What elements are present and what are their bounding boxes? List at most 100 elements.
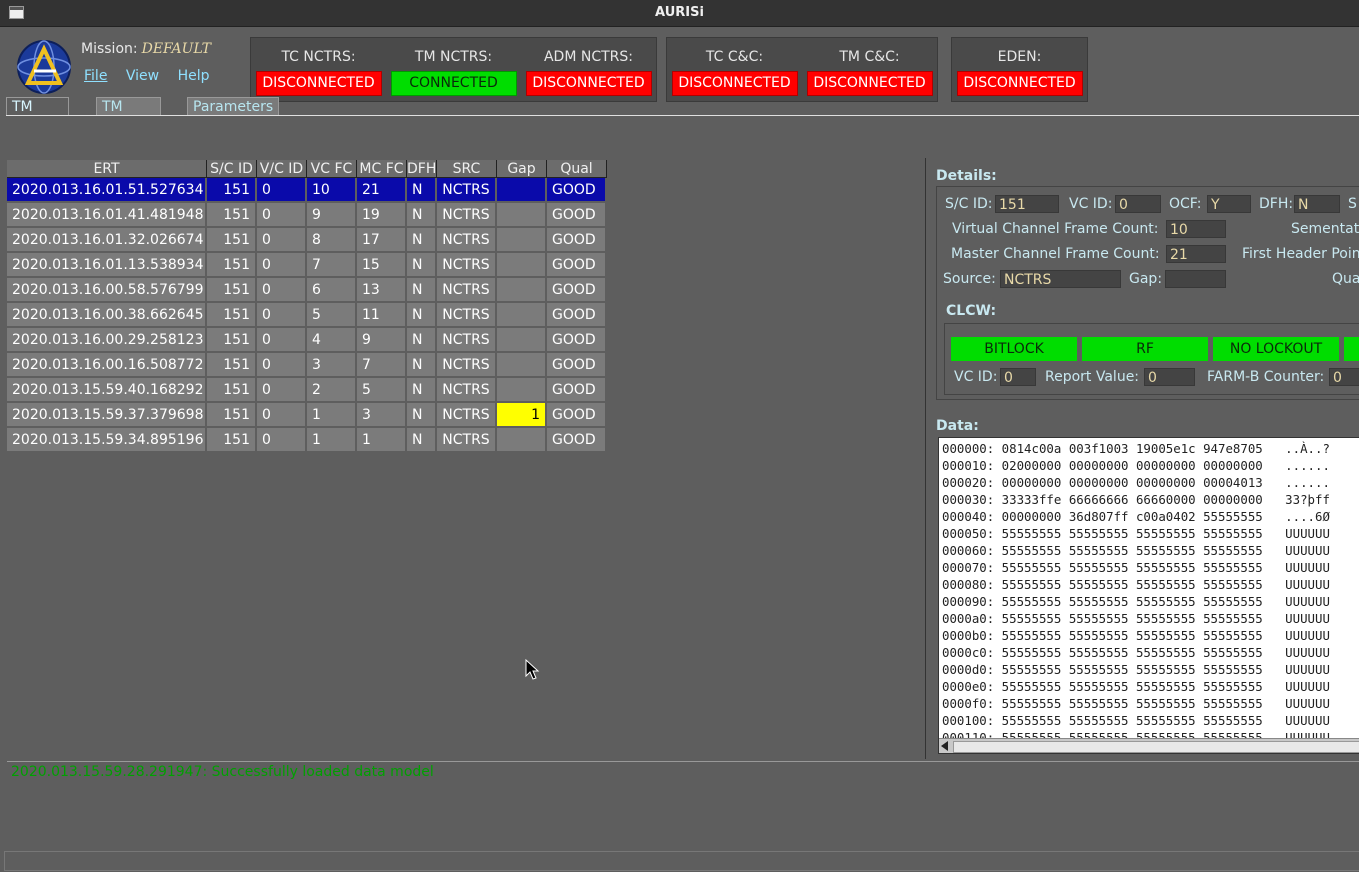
cell-sc-id[interactable]: 151 — [207, 228, 257, 252]
cell-vc-fc[interactable]: 9 — [307, 203, 357, 227]
cell-ert[interactable]: 2020.013.16.00.29.258123 — [7, 328, 207, 352]
cell-ert[interactable]: 2020.013.16.00.16.508772 — [7, 353, 207, 377]
cell-src[interactable]: NCTRS — [437, 278, 497, 302]
cell-vc-fc[interactable]: 8 — [307, 228, 357, 252]
column-header-src[interactable]: SRC — [437, 160, 497, 178]
cell-gap[interactable] — [497, 328, 547, 352]
cell-vc-id[interactable]: 0 — [257, 253, 307, 277]
cell-gap[interactable] — [497, 203, 547, 227]
cell-qual[interactable]: GOOD — [547, 253, 607, 277]
tc-nctrs-badge[interactable]: DISCONNECTED — [255, 71, 382, 96]
cell-sc-id[interactable]: 151 — [207, 278, 257, 302]
cell-vc-id[interactable]: 0 — [257, 353, 307, 377]
scroll-left-icon[interactable] — [941, 741, 948, 751]
cell-mc-fc[interactable]: 7 — [357, 353, 407, 377]
hex-dump-view[interactable]: 000000: 0814c00a 003f1003 19005e1c 947e8… — [938, 437, 1359, 754]
cell-dfh[interactable]: N — [407, 203, 437, 227]
column-header-gap[interactable]: Gap — [497, 160, 547, 178]
cell-vc-id[interactable]: 0 — [257, 328, 307, 352]
tab-parameters[interactable]: Parameters — [187, 97, 280, 117]
cell-vc-id[interactable]: 0 — [257, 178, 307, 202]
menu-file[interactable]: File — [84, 68, 107, 84]
cell-vc-fc[interactable]: 7 — [307, 253, 357, 277]
cell-src[interactable]: NCTRS — [437, 403, 497, 427]
cell-vc-id[interactable]: 0 — [257, 278, 307, 302]
cell-src[interactable]: NCTRS — [437, 428, 497, 452]
cell-ert[interactable]: 2020.013.16.01.13.538934 — [7, 253, 207, 277]
cell-vc-id[interactable]: 0 — [257, 403, 307, 427]
cell-src[interactable]: NCTRS — [437, 253, 497, 277]
cell-mc-fc[interactable]: 1 — [357, 428, 407, 452]
cell-dfh[interactable]: N — [407, 428, 437, 452]
tab-tm-packets[interactable]: TM Packets — [96, 97, 162, 133]
cell-vc-id[interactable]: 0 — [257, 203, 307, 227]
cell-dfh[interactable]: N — [407, 303, 437, 327]
cell-sc-id[interactable]: 151 — [207, 303, 257, 327]
cell-src[interactable]: NCTRS — [437, 378, 497, 402]
column-header-sc-id[interactable]: S/C ID — [207, 160, 257, 178]
cell-vc-id[interactable]: 0 — [257, 428, 307, 452]
cell-sc-id[interactable]: 151 — [207, 328, 257, 352]
menu-help[interactable]: Help — [178, 68, 210, 84]
cell-gap[interactable] — [497, 278, 547, 302]
eden-badge[interactable]: DISCONNECTED — [956, 71, 1083, 96]
cell-dfh[interactable]: N — [407, 253, 437, 277]
cell-gap[interactable] — [497, 353, 547, 377]
cell-vc-fc[interactable]: 4 — [307, 328, 357, 352]
cell-vc-fc[interactable]: 6 — [307, 278, 357, 302]
cell-qual[interactable]: GOOD — [547, 228, 607, 252]
cell-ert[interactable]: 2020.013.16.00.38.662645 — [7, 303, 207, 327]
adm-nctrs-badge[interactable]: DISCONNECTED — [525, 71, 652, 96]
cell-qual[interactable]: GOOD — [547, 278, 607, 302]
cell-sc-id[interactable]: 151 — [207, 403, 257, 427]
cell-dfh[interactable]: N — [407, 328, 437, 352]
cell-vc-fc[interactable]: 1 — [307, 403, 357, 427]
cell-qual[interactable]: GOOD — [547, 353, 607, 377]
cell-vc-id[interactable]: 0 — [257, 303, 307, 327]
cell-sc-id[interactable]: 151 — [207, 378, 257, 402]
column-header-qual[interactable]: Qual — [547, 160, 607, 178]
cell-ert[interactable]: 2020.013.16.01.32.026674 — [7, 228, 207, 252]
scrollbar-thumb[interactable] — [953, 741, 1359, 753]
column-header-ert[interactable]: ERT — [7, 160, 207, 178]
cell-dfh[interactable]: N — [407, 228, 437, 252]
cell-ert[interactable]: 2020.013.15.59.37.379698 — [7, 403, 207, 427]
cell-sc-id[interactable]: 151 — [207, 253, 257, 277]
cell-ert[interactable]: 2020.013.16.01.41.481948 — [7, 203, 207, 227]
menu-view[interactable]: View — [126, 68, 159, 84]
cell-mc-fc[interactable]: 19 — [357, 203, 407, 227]
cell-src[interactable]: NCTRS — [437, 178, 497, 202]
cell-qual[interactable]: GOOD — [547, 403, 607, 427]
cell-src[interactable]: NCTRS — [437, 203, 497, 227]
cell-vc-id[interactable]: 0 — [257, 378, 307, 402]
cell-vc-fc[interactable]: 2 — [307, 378, 357, 402]
cell-mc-fc[interactable]: 17 — [357, 228, 407, 252]
cell-ert[interactable]: 2020.013.16.00.58.576799 — [7, 278, 207, 302]
cell-qual[interactable]: GOOD — [547, 203, 607, 227]
cell-gap[interactable] — [497, 178, 547, 202]
cell-gap[interactable] — [497, 303, 547, 327]
cell-sc-id[interactable]: 151 — [207, 353, 257, 377]
cell-mc-fc[interactable]: 21 — [357, 178, 407, 202]
cell-ert[interactable]: 2020.013.15.59.34.895196 — [7, 428, 207, 452]
cell-qual[interactable]: GOOD — [547, 428, 607, 452]
tm-cnc-badge[interactable]: DISCONNECTED — [806, 71, 933, 96]
cell-dfh[interactable]: N — [407, 278, 437, 302]
cell-gap[interactable]: 1 — [497, 403, 547, 427]
column-header-vc-fc[interactable]: VC FC — [307, 160, 357, 178]
cell-vc-fc[interactable]: 5 — [307, 303, 357, 327]
cell-dfh[interactable]: N — [407, 178, 437, 202]
cell-vc-id[interactable]: 0 — [257, 228, 307, 252]
cell-qual[interactable]: GOOD — [547, 378, 607, 402]
cell-ert[interactable]: 2020.013.16.01.51.527634 — [7, 178, 207, 202]
cell-vc-fc[interactable]: 3 — [307, 353, 357, 377]
tc-cnc-badge[interactable]: DISCONNECTED — [671, 71, 798, 96]
cell-src[interactable]: NCTRS — [437, 228, 497, 252]
column-header-vc-id[interactable]: V/C ID — [257, 160, 307, 178]
cell-dfh[interactable]: N — [407, 353, 437, 377]
column-header-dfh[interactable]: DFH — [407, 160, 437, 178]
cell-mc-fc[interactable]: 13 — [357, 278, 407, 302]
cell-sc-id[interactable]: 151 — [207, 178, 257, 202]
column-header-mc-fc[interactable]: MC FC — [357, 160, 407, 178]
cell-src[interactable]: NCTRS — [437, 328, 497, 352]
